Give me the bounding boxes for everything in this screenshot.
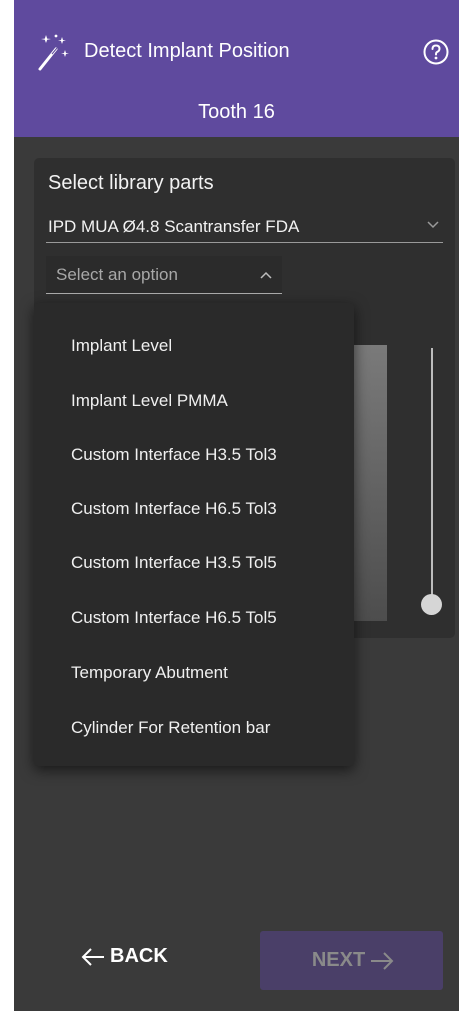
library-parts-label: Select library parts xyxy=(48,172,214,194)
magic-wand-icon xyxy=(38,34,69,71)
library-select-value: IPD MUA Ø4.8 Scantransfer FDA xyxy=(48,217,300,236)
page-title: Detect Implant Position xyxy=(84,40,290,62)
detect-implant-panel: Detect Implant Position Tooth 16 Select … xyxy=(14,0,459,1011)
chevron-up-icon xyxy=(260,271,272,279)
menu-item-cylinder-retention-bar[interactable]: Cylinder For Retention bar xyxy=(34,701,354,755)
tooth-subtitle: Tooth 16 xyxy=(198,101,275,123)
menu-item-temporary-abutment[interactable]: Temporary Abutment xyxy=(34,646,354,700)
arrow-right-icon xyxy=(371,952,394,970)
slider-thumb[interactable] xyxy=(421,594,442,615)
panel-header: Detect Implant Position Tooth 16 xyxy=(14,0,459,137)
back-button-label: BACK xyxy=(110,945,168,968)
help-circle-icon[interactable] xyxy=(422,38,450,66)
library-select[interactable]: IPD MUA Ø4.8 Scantransfer FDA xyxy=(46,209,443,243)
option-select[interactable]: Select an option xyxy=(46,256,282,294)
slider-track[interactable] xyxy=(431,348,433,598)
menu-item-custom-interface-h65-tol3[interactable]: Custom Interface H6.5 Tol3 xyxy=(34,482,354,536)
arrow-left-icon xyxy=(81,948,104,966)
menu-item-custom-interface-h35-tol3[interactable]: Custom Interface H3.5 Tol3 xyxy=(34,428,354,482)
next-button-label: NEXT xyxy=(311,949,366,972)
option-dropdown-menu: Implant Level Implant Level PMMA Custom … xyxy=(34,303,354,766)
option-select-placeholder: Select an option xyxy=(56,265,178,284)
gradient-bar xyxy=(352,345,387,621)
next-button[interactable]: NEXT xyxy=(260,931,443,990)
menu-item-custom-interface-h65-tol5[interactable]: Custom Interface H6.5 Tol5 xyxy=(34,591,354,645)
chevron-down-icon xyxy=(427,221,439,229)
menu-item-implant-level[interactable]: Implant Level xyxy=(34,319,354,373)
menu-item-implant-level-pmma[interactable]: Implant Level PMMA xyxy=(34,374,354,428)
menu-item-custom-interface-h35-tol5[interactable]: Custom Interface H3.5 Tol5 xyxy=(34,536,354,590)
back-button[interactable]: BACK xyxy=(80,945,190,977)
